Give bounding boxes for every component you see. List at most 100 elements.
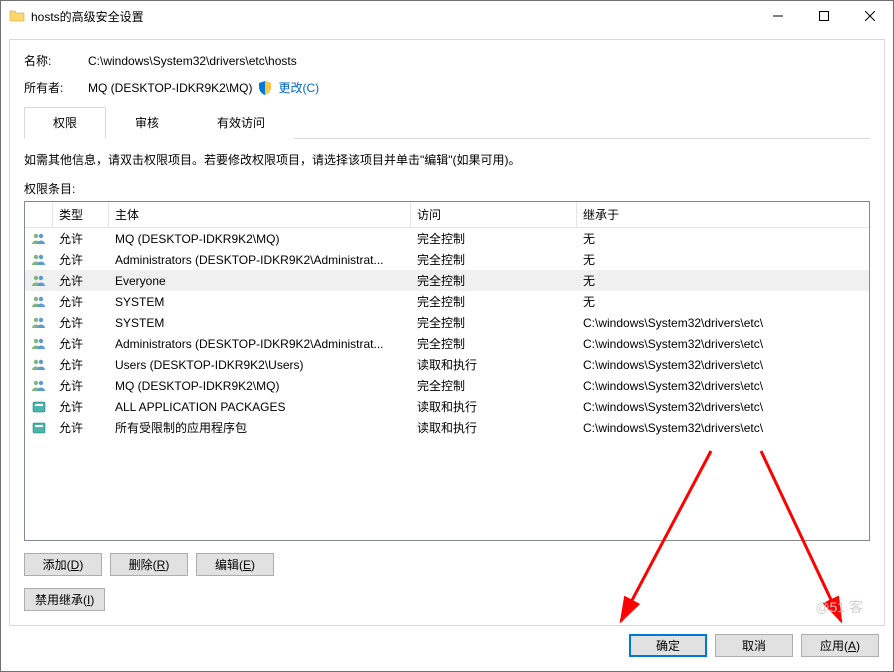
window-controls bbox=[755, 1, 893, 31]
col-access-header[interactable]: 访问 bbox=[411, 202, 577, 227]
folder-icon bbox=[9, 8, 25, 24]
entry-access: 读取和执行 bbox=[411, 356, 577, 373]
instruction-text: 如需其他信息，请双击权限项目。若要修改权限项目，请选择该项目并单击"编辑"(如果… bbox=[24, 151, 870, 168]
owner-row: 所有者: MQ (DESKTOP-IDKR9K2\MQ) 更改(C) bbox=[24, 79, 870, 96]
entry-type: 允许 bbox=[53, 230, 109, 247]
entry-access: 完全控制 bbox=[411, 251, 577, 268]
entry-principal: MQ (DESKTOP-IDKR9K2\MQ) bbox=[109, 232, 411, 246]
entry-inherit: C:\windows\System32\drivers\etc\ bbox=[577, 400, 869, 414]
entry-access: 完全控制 bbox=[411, 230, 577, 247]
entry-principal: SYSTEM bbox=[109, 316, 411, 330]
col-icon-header[interactable] bbox=[25, 202, 53, 227]
content-panel: 名称: C:\windows\System32\drivers\etc\host… bbox=[9, 39, 885, 626]
entry-principal: SYSTEM bbox=[109, 295, 411, 309]
remove-button[interactable]: 删除(R) bbox=[110, 553, 188, 576]
table-row[interactable]: 允许Administrators (DESKTOP-IDKR9K2\Admini… bbox=[25, 249, 869, 270]
entry-icon bbox=[25, 294, 53, 310]
entry-icon bbox=[25, 399, 53, 415]
col-principal-header[interactable]: 主体 bbox=[109, 202, 411, 227]
titlebar: hosts的高级安全设置 bbox=[1, 1, 893, 31]
owner-value: MQ (DESKTOP-IDKR9K2\MQ) 更改(C) bbox=[88, 79, 319, 96]
maximize-button[interactable] bbox=[801, 1, 847, 31]
tab-strip: 权限 审核 有效访问 bbox=[24, 106, 870, 139]
entry-type: 允许 bbox=[53, 356, 109, 373]
table-row[interactable]: 允许Everyone完全控制无 bbox=[25, 270, 869, 291]
edit-button[interactable]: 编辑(E) bbox=[196, 553, 274, 576]
entry-type: 允许 bbox=[53, 314, 109, 331]
entry-inherit: C:\windows\System32\drivers\etc\ bbox=[577, 358, 869, 372]
entry-type: 允许 bbox=[53, 272, 109, 289]
table-row[interactable]: 允许所有受限制的应用程序包读取和执行C:\windows\System32\dr… bbox=[25, 417, 869, 438]
entry-principal: Everyone bbox=[109, 274, 411, 288]
tab-effective[interactable]: 有效访问 bbox=[188, 107, 294, 139]
table-row[interactable]: 允许MQ (DESKTOP-IDKR9K2\MQ)完全控制无 bbox=[25, 228, 869, 249]
col-inherit-header[interactable]: 继承于 bbox=[577, 202, 869, 227]
entry-icon bbox=[25, 315, 53, 331]
entry-access: 完全控制 bbox=[411, 335, 577, 352]
action-button-row: 添加(D) 删除(R) 编辑(E) bbox=[24, 553, 870, 576]
entry-icon bbox=[25, 357, 53, 373]
entry-inherit: 无 bbox=[577, 251, 869, 268]
entry-access: 完全控制 bbox=[411, 272, 577, 289]
name-row: 名称: C:\windows\System32\drivers\etc\host… bbox=[24, 52, 870, 69]
entry-inherit: 无 bbox=[577, 293, 869, 310]
entry-type: 允许 bbox=[53, 398, 109, 415]
window-title: hosts的高级安全设置 bbox=[31, 8, 755, 25]
list-body: 允许MQ (DESKTOP-IDKR9K2\MQ)完全控制无允许Administ… bbox=[25, 228, 869, 438]
owner-label: 所有者: bbox=[24, 79, 88, 96]
entry-principal: ALL APPLICATION PACKAGES bbox=[109, 400, 411, 414]
inherit-button-row: 禁用继承(I) bbox=[24, 588, 870, 611]
entry-inherit: C:\windows\System32\drivers\etc\ bbox=[577, 316, 869, 330]
list-label: 权限条目: bbox=[24, 180, 870, 197]
apply-button[interactable]: 应用(A) bbox=[801, 634, 879, 657]
entry-type: 允许 bbox=[53, 377, 109, 394]
entry-access: 完全控制 bbox=[411, 377, 577, 394]
entry-icon bbox=[25, 420, 53, 436]
owner-text: MQ (DESKTOP-IDKR9K2\MQ) bbox=[88, 81, 252, 95]
entry-icon bbox=[25, 336, 53, 352]
entry-principal: Users (DESKTOP-IDKR9K2\Users) bbox=[109, 358, 411, 372]
entry-type: 允许 bbox=[53, 419, 109, 436]
permission-list[interactable]: 类型 主体 访问 继承于 允许MQ (DESKTOP-IDKR9K2\MQ)完全… bbox=[24, 201, 870, 541]
entry-type: 允许 bbox=[53, 335, 109, 352]
entry-icon bbox=[25, 273, 53, 289]
disable-inherit-button[interactable]: 禁用继承(I) bbox=[24, 588, 105, 611]
table-row[interactable]: 允许MQ (DESKTOP-IDKR9K2\MQ)完全控制C:\windows\… bbox=[25, 375, 869, 396]
entry-access: 读取和执行 bbox=[411, 398, 577, 415]
entry-principal: MQ (DESKTOP-IDKR9K2\MQ) bbox=[109, 379, 411, 393]
shield-icon bbox=[258, 81, 272, 95]
entry-inherit: C:\windows\System32\drivers\etc\ bbox=[577, 421, 869, 435]
change-owner-link[interactable]: 更改(C) bbox=[278, 79, 319, 96]
entry-access: 完全控制 bbox=[411, 293, 577, 310]
footer-buttons: 确定 取消 应用(A) bbox=[1, 634, 893, 671]
table-row[interactable]: 允许SYSTEM完全控制无 bbox=[25, 291, 869, 312]
table-row[interactable]: 允许SYSTEM完全控制C:\windows\System32\drivers\… bbox=[25, 312, 869, 333]
entry-icon bbox=[25, 252, 53, 268]
list-header: 类型 主体 访问 继承于 bbox=[25, 202, 869, 228]
entry-access: 完全控制 bbox=[411, 314, 577, 331]
entry-principal: 所有受限制的应用程序包 bbox=[109, 419, 411, 436]
tab-audit[interactable]: 审核 bbox=[106, 107, 188, 139]
cancel-button[interactable]: 取消 bbox=[715, 634, 793, 657]
table-row[interactable]: 允许Administrators (DESKTOP-IDKR9K2\Admini… bbox=[25, 333, 869, 354]
entry-type: 允许 bbox=[53, 293, 109, 310]
close-button[interactable] bbox=[847, 1, 893, 31]
table-row[interactable]: 允许ALL APPLICATION PACKAGES读取和执行C:\window… bbox=[25, 396, 869, 417]
name-value: C:\windows\System32\drivers\etc\hosts bbox=[88, 54, 297, 68]
entry-access: 读取和执行 bbox=[411, 419, 577, 436]
ok-button[interactable]: 确定 bbox=[629, 634, 707, 657]
col-type-header[interactable]: 类型 bbox=[53, 202, 109, 227]
entry-icon bbox=[25, 378, 53, 394]
entry-inherit: C:\windows\System32\drivers\etc\ bbox=[577, 379, 869, 393]
tab-permission[interactable]: 权限 bbox=[24, 107, 106, 139]
entry-inherit: C:\windows\System32\drivers\etc\ bbox=[577, 337, 869, 351]
entry-inherit: 无 bbox=[577, 230, 869, 247]
add-button[interactable]: 添加(D) bbox=[24, 553, 102, 576]
entry-principal: Administrators (DESKTOP-IDKR9K2\Administ… bbox=[109, 253, 411, 267]
table-row[interactable]: 允许Users (DESKTOP-IDKR9K2\Users)读取和执行C:\w… bbox=[25, 354, 869, 375]
entry-icon bbox=[25, 231, 53, 247]
entry-principal: Administrators (DESKTOP-IDKR9K2\Administ… bbox=[109, 337, 411, 351]
minimize-button[interactable] bbox=[755, 1, 801, 31]
entry-inherit: 无 bbox=[577, 272, 869, 289]
entry-type: 允许 bbox=[53, 251, 109, 268]
